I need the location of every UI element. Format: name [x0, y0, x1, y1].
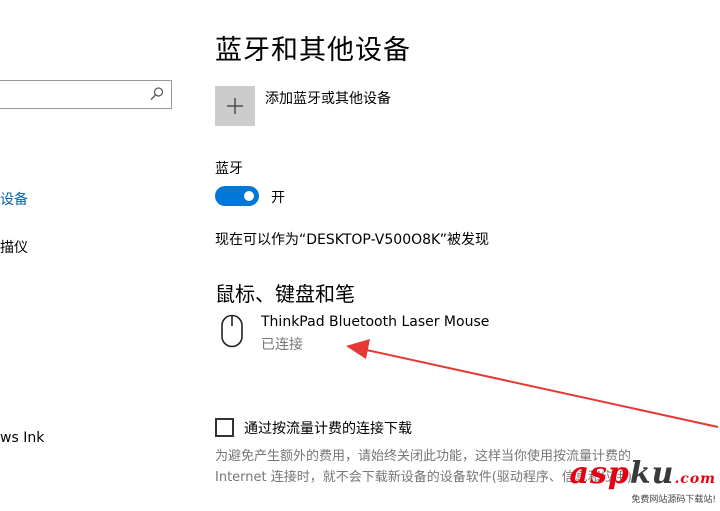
watermark-logo-suffix: .com	[674, 471, 716, 487]
bluetooth-toggle[interactable]	[215, 186, 259, 206]
metered-download-checkbox[interactable]	[215, 418, 234, 437]
mouse-icon	[221, 314, 243, 348]
annotation-arrow	[346, 339, 719, 428]
watermark-logo: aspku.com 免费网站源码下载站!	[546, 456, 716, 506]
device-name[interactable]: ThinkPad Bluetooth Laser Mouse	[261, 314, 489, 330]
main-content: 蓝牙和其他设备 添加蓝牙或其他设备 蓝牙 开 现在可以作为“DESKTOP-V5…	[215, 0, 720, 511]
bluetooth-toggle-state: 开	[271, 190, 285, 206]
page-title: 蓝牙和其他设备	[215, 35, 411, 66]
add-device-button[interactable]	[215, 86, 255, 126]
plus-icon	[227, 98, 243, 114]
section-title-mouse-keyboard-pen: 鼠标、键盘和笔	[215, 282, 355, 306]
device-status: 已连接	[261, 337, 303, 353]
settings-sidebar: 设备 描仪 ws Ink	[0, 0, 190, 511]
sidebar-item-windows-ink[interactable]: ws Ink	[0, 430, 44, 446]
search-icon	[150, 87, 164, 100]
sidebar-item-devices[interactable]: 设备	[0, 189, 28, 209]
search-input[interactable]	[0, 80, 172, 109]
watermark-logo-dark: ku	[629, 456, 675, 491]
sidebar-item-scanners[interactable]: 描仪	[0, 237, 28, 257]
discoverable-text: 现在可以作为“DESKTOP-V500O8K”被发现	[215, 232, 490, 248]
bluetooth-heading: 蓝牙	[215, 161, 243, 177]
watermark-subtitle: 免费网站源码下载站!	[631, 495, 716, 505]
watermark-logo-red: asp	[569, 456, 630, 491]
toggle-knob	[244, 191, 254, 201]
add-device-label[interactable]: 添加蓝牙或其他设备	[265, 88, 391, 108]
